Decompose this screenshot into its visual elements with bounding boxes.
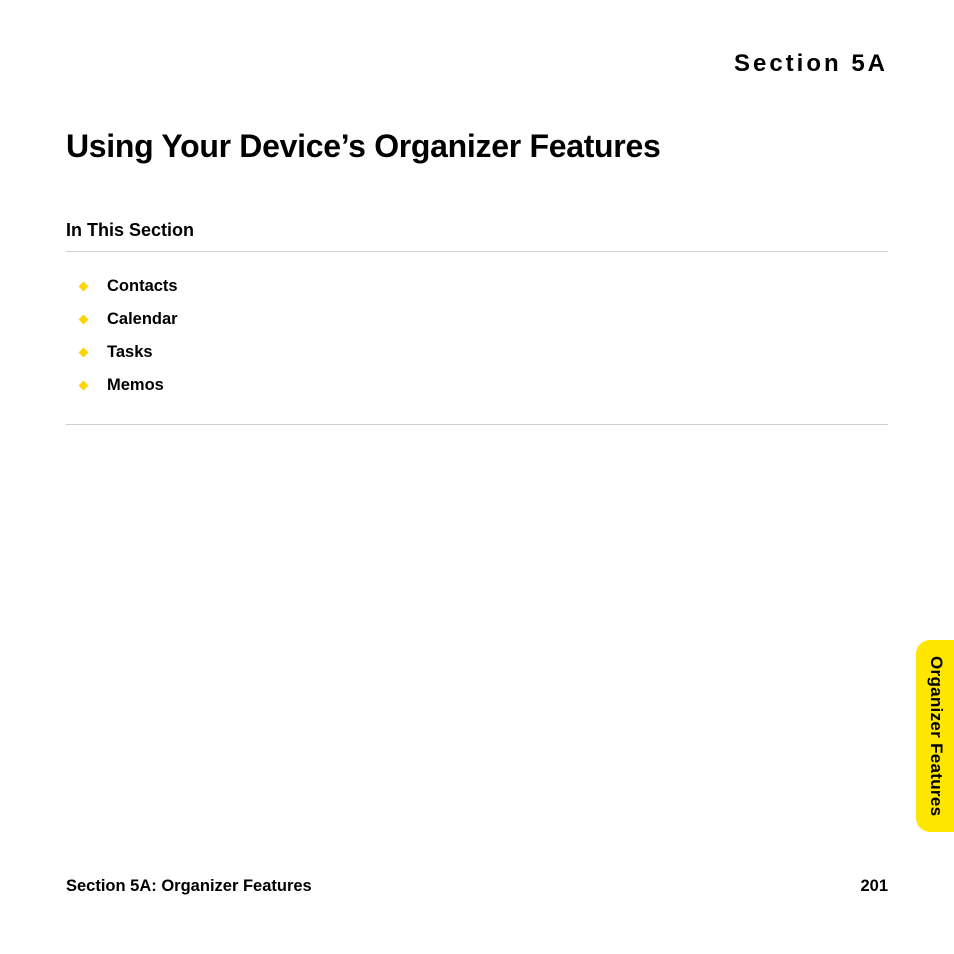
diamond-bullet-icon [79,348,89,358]
toc-item-label: Contacts [107,277,178,296]
toc-list: Contacts Calendar Tasks Memos [66,266,888,406]
toc-item-label: Tasks [107,343,153,362]
toc-item: Calendar [80,303,888,336]
page-title: Using Your Device’s Organizer Features [66,128,888,165]
toc-item: Memos [80,369,888,402]
toc-item: Contacts [80,270,888,303]
diamond-bullet-icon [79,381,89,391]
page-number: 201 [860,877,888,896]
toc-item-label: Memos [107,376,164,395]
subheading-in-this-section: In This Section [66,220,888,241]
footer-left-text: Section 5A: Organizer Features [66,877,312,896]
divider-top [66,251,888,252]
page-footer: Section 5A: Organizer Features 201 [66,877,888,896]
side-tab: Organizer Features [916,640,954,832]
document-page: Section 5A Using Your Device’s Organizer… [0,0,954,954]
divider-bottom [66,424,888,425]
section-label: Section 5A [66,50,888,78]
diamond-bullet-icon [79,282,89,292]
toc-item: Tasks [80,336,888,369]
side-tab-label: Organizer Features [926,656,946,816]
toc-item-label: Calendar [107,310,178,329]
diamond-bullet-icon [79,315,89,325]
